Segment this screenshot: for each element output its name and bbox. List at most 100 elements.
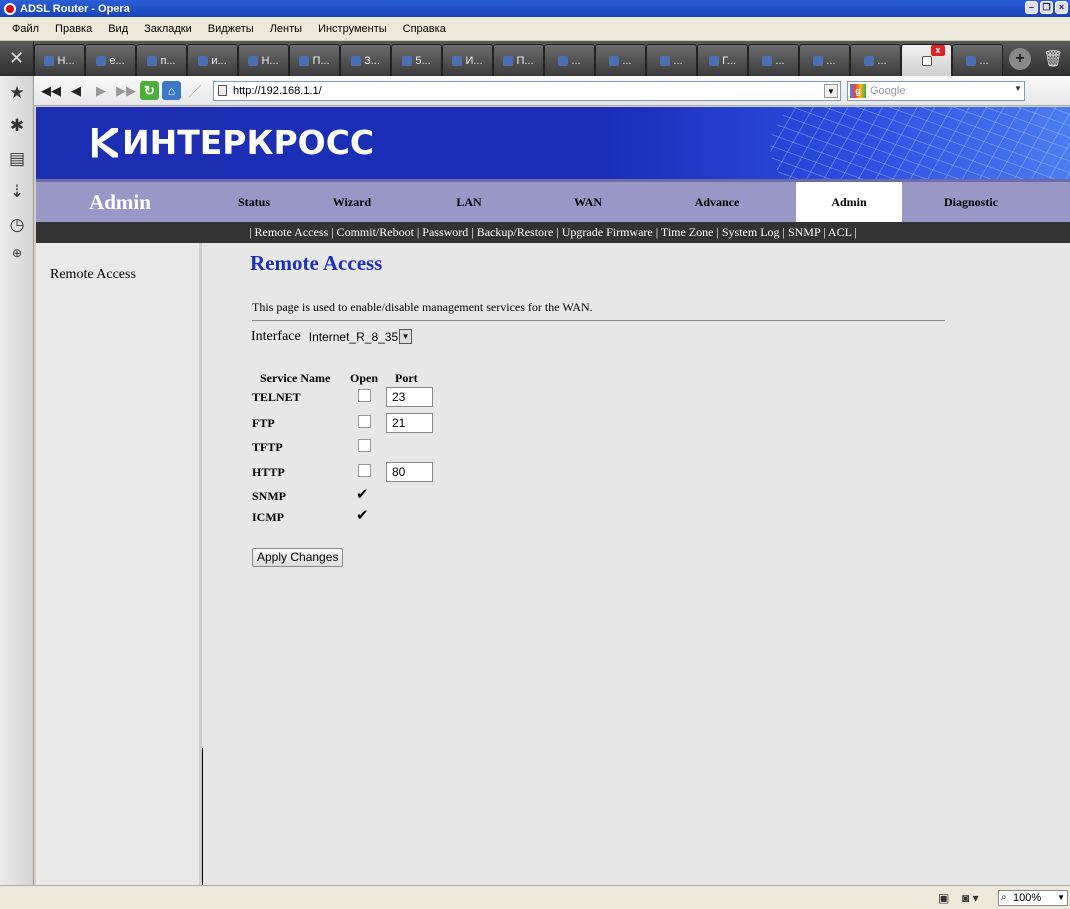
widgets-gear-icon[interactable]: ✱: [0, 109, 34, 142]
tab[interactable]: п...: [136, 44, 187, 76]
edit-icon[interactable]: ／: [184, 81, 206, 101]
nav-wan[interactable]: WAN: [538, 182, 638, 222]
favicon-icon: [709, 55, 720, 66]
forward-icon[interactable]: ▶: [90, 81, 112, 101]
address-field[interactable]: http://192.168.1.1/ ▼: [213, 80, 841, 101]
service-name: FTP: [252, 416, 275, 430]
favicon-icon: [351, 55, 362, 66]
rewind-icon[interactable]: ◀◀: [40, 81, 62, 101]
logo-mark-icon: [92, 128, 118, 158]
speed-dial-icon[interactable]: ▣: [938, 891, 949, 905]
new-tab-icon[interactable]: +: [1009, 47, 1031, 70]
nav-admin[interactable]: Admin: [796, 182, 902, 222]
tab[interactable]: Н...: [238, 44, 289, 76]
port-input[interactable]: 23: [386, 387, 433, 407]
restore-icon[interactable]: ❐: [1040, 1, 1053, 14]
favicon-icon: [452, 55, 463, 66]
tab-label: е...: [109, 54, 125, 67]
bookmarks-star-icon[interactable]: ★: [0, 76, 34, 109]
open-checkbox[interactable]: [358, 415, 371, 428]
table-row: ICMP ✔: [252, 506, 452, 529]
tab[interactable]: ...: [595, 44, 646, 76]
side-menu: Remote Access: [36, 243, 203, 885]
tab[interactable]: 5...: [391, 44, 442, 76]
minimize-icon[interactable]: –: [1025, 1, 1038, 14]
camera-icon[interactable]: ◙ ▾: [962, 891, 979, 905]
tab-label: З...: [364, 54, 380, 67]
sub-nav[interactable]: | Remote Access | Commit/Reboot | Passwo…: [36, 222, 1070, 243]
tab-active[interactable]: x: [901, 44, 952, 76]
open-checkbox-checked[interactable]: ✔: [356, 506, 369, 524]
history-clock-icon[interactable]: ◷: [0, 208, 34, 241]
port-input[interactable]: 80: [386, 462, 433, 482]
page-icon: [218, 85, 227, 96]
interface-value: Internet_R_8_35: [308, 329, 399, 344]
nav-diagnostic[interactable]: Diagnostic: [902, 182, 1040, 222]
nav-status[interactable]: Status: [204, 182, 304, 222]
tab-label: ...: [979, 54, 989, 67]
apply-changes-button[interactable]: Apply Changes: [252, 548, 344, 567]
tools-icon[interactable]: ✕: [0, 41, 34, 76]
open-checkbox[interactable]: [358, 389, 371, 402]
tab[interactable]: ...: [850, 44, 901, 76]
tab[interactable]: ...: [799, 44, 850, 76]
menu-feeds[interactable]: Ленты: [262, 23, 310, 35]
menu-file[interactable]: Файл: [4, 23, 47, 35]
globe-graphic: [770, 107, 1070, 179]
fast-forward-icon[interactable]: ▶▶: [115, 81, 137, 101]
menu-view[interactable]: Вид: [100, 23, 136, 35]
back-icon[interactable]: ◀: [65, 81, 87, 101]
service-name: HTTP: [252, 465, 285, 479]
tab[interactable]: ...: [952, 44, 1003, 76]
menu-widgets[interactable]: Виджеты: [200, 23, 262, 35]
nav-lan[interactable]: LAN: [400, 182, 538, 222]
favicon-icon: [147, 55, 158, 66]
chevron-down-icon[interactable]: ▼: [824, 83, 838, 98]
close-tab-icon[interactable]: x: [931, 45, 945, 56]
menu-help[interactable]: Справка: [395, 23, 454, 35]
tab[interactable]: ...: [646, 44, 697, 76]
chevron-down-icon[interactable]: ▼: [399, 329, 413, 344]
tab-label: п...: [160, 54, 176, 67]
col-open: Open: [350, 371, 379, 385]
trash-icon[interactable]: 🗑: [1043, 49, 1063, 69]
tab[interactable]: Н...: [34, 44, 85, 76]
tab[interactable]: П...: [289, 44, 340, 76]
tab-bar: ✕ Н... е... п... и... Н... П... З... 5..…: [0, 41, 1070, 76]
nav-wizard[interactable]: Wizard: [304, 182, 400, 222]
tab[interactable]: е...: [85, 44, 136, 76]
interface-select[interactable]: Internet_R_8_35 ▼: [308, 328, 413, 345]
open-checkbox[interactable]: [358, 439, 371, 452]
transfers-icon[interactable]: ⇣: [0, 175, 34, 208]
tab[interactable]: И...: [442, 44, 493, 76]
zoom-icon: ⌕: [1001, 892, 1007, 903]
chevron-down-icon[interactable]: ▼: [1057, 891, 1065, 905]
menu-edit[interactable]: Правка: [47, 23, 100, 35]
nav-advance[interactable]: Advance: [638, 182, 796, 222]
reload-icon[interactable]: ↻: [140, 81, 159, 100]
search-field[interactable]: g Google ▼: [847, 80, 1026, 101]
tab[interactable]: и...: [187, 44, 238, 76]
chevron-down-icon[interactable]: ▼: [1014, 84, 1026, 93]
service-name: TELNET: [252, 390, 301, 404]
open-checkbox[interactable]: [358, 464, 371, 477]
open-checkbox-checked[interactable]: ✔: [356, 485, 369, 503]
tab[interactable]: П...: [493, 44, 544, 76]
home-icon[interactable]: ⌂: [162, 81, 181, 100]
tab[interactable]: ...: [748, 44, 799, 76]
interface-row: Interface Internet_R_8_35 ▼: [251, 328, 413, 345]
sub-nav-links[interactable]: | Remote Access | Commit/Reboot | Passwo…: [249, 225, 857, 239]
tab[interactable]: З...: [340, 44, 391, 76]
favicon-icon: [248, 55, 259, 66]
favicon-icon: [402, 55, 413, 66]
zoom-control[interactable]: ⌕ 100% ▼: [998, 890, 1068, 906]
notes-icon[interactable]: ▤: [0, 142, 34, 175]
tab[interactable]: ...: [544, 44, 595, 76]
close-icon[interactable]: ×: [1055, 1, 1068, 14]
tab[interactable]: Г...: [697, 44, 748, 76]
menu-bookmarks[interactable]: Закладки: [136, 23, 200, 35]
menu-tools[interactable]: Инструменты: [310, 23, 395, 35]
side-menu-item-remote-access[interactable]: Remote Access: [50, 267, 136, 283]
add-panel-icon[interactable]: ⊕: [0, 241, 34, 265]
port-input[interactable]: 21: [386, 413, 433, 433]
